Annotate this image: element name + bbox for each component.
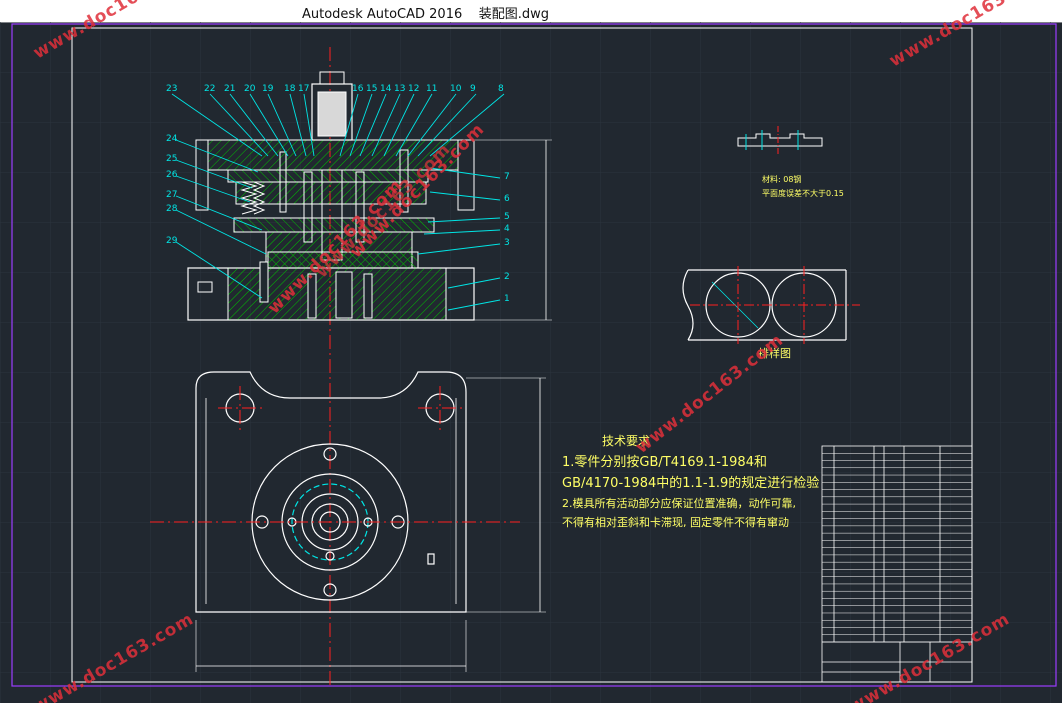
tech-notes-line-4: 不得有相对歪斜和卡滞现, 固定零件不得有窜动 bbox=[562, 516, 789, 529]
drawing-canvas[interactable]: 23 22 21 20 19 18 17 16 15 14 13 12 11 10 9 8 24 25 26 27 28… bbox=[0, 0, 1062, 703]
part-number-label: 25 bbox=[166, 154, 178, 164]
tech-notes-line-3: 2.模具所有活动部分应保证位置准确，动作可靠, bbox=[562, 497, 796, 510]
part-number-label: 22 bbox=[204, 84, 216, 94]
part-number-label: 3 bbox=[504, 238, 510, 248]
part-number-label: 9 bbox=[470, 84, 476, 94]
file-name: 装配图.dwg bbox=[478, 7, 550, 22]
part-number-label: 28 bbox=[166, 204, 178, 214]
part-number-label: 12 bbox=[408, 84, 420, 94]
part-number-label: 23 bbox=[166, 84, 178, 94]
flatness-note: 平面度误差不大于0.15 bbox=[762, 189, 844, 198]
part-number-label: 17 bbox=[298, 84, 310, 94]
part-number-label: 8 bbox=[498, 84, 504, 94]
part-number-label: 4 bbox=[504, 224, 510, 234]
part-number-label: 14 bbox=[380, 84, 392, 94]
part-number-label: 29 bbox=[166, 236, 178, 246]
part-number-label: 26 bbox=[166, 170, 178, 180]
part-number-label: 21 bbox=[224, 84, 236, 94]
part-number-label: 15 bbox=[366, 84, 378, 94]
app-name: Autodesk AutoCAD 2016 bbox=[302, 7, 463, 22]
material-note: 材料: 08钢 bbox=[762, 175, 802, 184]
part-number-label: 2 bbox=[504, 272, 510, 282]
part-number-label: 11 bbox=[426, 84, 438, 94]
tech-notes-line-1: 1.零件分别按GB/T4169.1-1984和 bbox=[562, 455, 767, 470]
part-number-label: 5 bbox=[504, 212, 510, 222]
part-number-label: 19 bbox=[262, 84, 274, 94]
drawing-svg bbox=[0, 22, 1062, 703]
part-number-label: 7 bbox=[504, 172, 510, 182]
grid-background bbox=[0, 22, 1062, 703]
part-number-label: 6 bbox=[504, 194, 510, 204]
part-number-label: 10 bbox=[450, 84, 462, 94]
window-title: Autodesk AutoCAD 2016 装配图.dwg bbox=[302, 3, 549, 22]
part-number-label: 16 bbox=[352, 84, 364, 94]
part-number-label: 1 bbox=[504, 294, 510, 304]
part-number-label: 18 bbox=[284, 84, 296, 94]
part-number-label: 24 bbox=[166, 134, 178, 144]
autocad-window: Autodesk AutoCAD 2016 装配图.dwg 23 22 21 2… bbox=[0, 0, 1062, 703]
part-number-label: 13 bbox=[394, 84, 406, 94]
part-number-label: 20 bbox=[244, 84, 256, 94]
part-number-label: 27 bbox=[166, 190, 178, 200]
tech-notes-line-2: GB/4170-1984中的1.1-1.9的规定进行检验 bbox=[562, 476, 820, 491]
title-bar: Autodesk AutoCAD 2016 装配图.dwg bbox=[0, 0, 1062, 23]
